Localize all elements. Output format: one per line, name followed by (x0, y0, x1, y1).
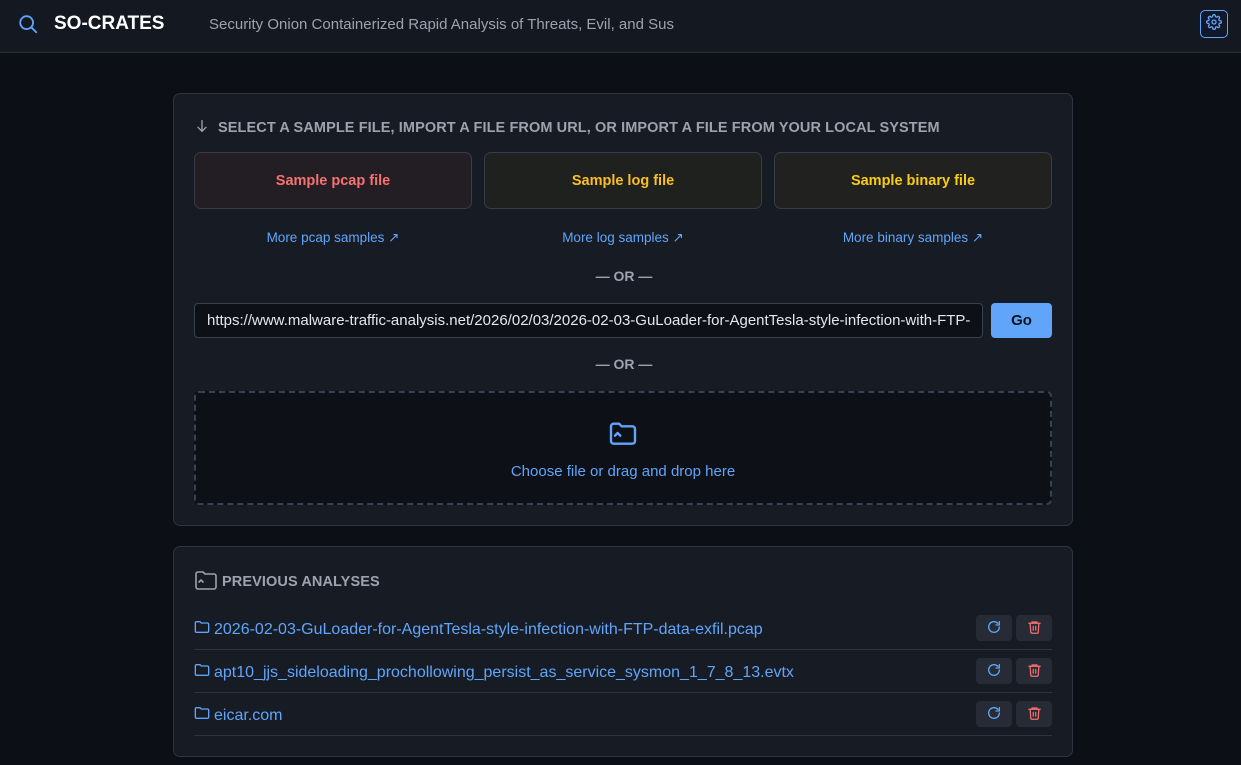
refresh-icon (986, 662, 1002, 681)
gear-icon (1206, 13, 1222, 35)
refresh-button[interactable] (976, 615, 1012, 641)
analysis-name: apt10_jjs_sideloading_prochollowing_pers… (214, 663, 794, 681)
folder-icon (194, 663, 214, 682)
previous-heading: PREVIOUS ANALYSES (194, 569, 380, 595)
settings-button[interactable] (1200, 10, 1228, 38)
delete-button[interactable] (1016, 658, 1052, 684)
analysis-row: eicar.com (194, 693, 1052, 736)
analysis-row: 2026-02-03-GuLoader-for-AgentTesla-style… (194, 607, 1052, 650)
trash-icon (1027, 619, 1042, 638)
analysis-name: eicar.com (214, 706, 283, 724)
folder-icon (194, 706, 214, 725)
sample-binary-button[interactable]: Sample binary file (774, 152, 1052, 209)
previous-heading-text: PREVIOUS ANALYSES (222, 574, 380, 590)
dropzone-label: Choose file or drag and drop here (510, 463, 736, 480)
refresh-icon (986, 619, 1002, 638)
top-bar: SO-CRATES Security Onion Containerized R… (0, 0, 1241, 53)
analysis-link[interactable]: apt10_jjs_sideloading_prochollowing_pers… (194, 663, 794, 682)
more-binary-samples-link[interactable]: More binary samples ↗ (774, 230, 1052, 246)
app-subtitle: Security Onion Containerized Rapid Analy… (209, 16, 674, 33)
or-divider: — OR — (595, 268, 653, 284)
app-title: SO-CRATES (54, 13, 165, 34)
trash-icon (1027, 662, 1042, 681)
arrow-down-icon (194, 118, 218, 138)
folder-open-icon (194, 569, 218, 595)
folder-icon (194, 620, 214, 639)
refresh-button[interactable] (976, 701, 1012, 727)
import-heading-text: SELECT A SAMPLE FILE, IMPORT A FILE FROM… (218, 120, 940, 136)
sample-log-button[interactable]: Sample log file (484, 152, 762, 209)
import-panel: SELECT A SAMPLE FILE, IMPORT A FILE FROM… (173, 93, 1073, 526)
trash-icon (1027, 705, 1042, 724)
refresh-icon (986, 705, 1002, 724)
analysis-name: 2026-02-03-GuLoader-for-AgentTesla-style… (214, 620, 763, 638)
analysis-link[interactable]: 2026-02-03-GuLoader-for-AgentTesla-style… (194, 620, 763, 639)
or-divider: — OR — (595, 356, 653, 372)
folder-open-icon (607, 417, 639, 454)
go-button[interactable]: Go (991, 303, 1052, 338)
more-pcap-samples-link[interactable]: More pcap samples ↗ (194, 230, 472, 246)
delete-button[interactable] (1016, 701, 1052, 727)
search-icon[interactable] (17, 13, 39, 35)
refresh-button[interactable] (976, 658, 1012, 684)
previous-analyses-panel: PREVIOUS ANALYSES 2026-02-03-GuLoader-fo… (173, 546, 1073, 757)
url-input[interactable] (194, 303, 983, 338)
import-heading: SELECT A SAMPLE FILE, IMPORT A FILE FROM… (194, 118, 940, 138)
sample-pcap-button[interactable]: Sample pcap file (194, 152, 472, 209)
analysis-row: apt10_jjs_sideloading_prochollowing_pers… (194, 650, 1052, 693)
delete-button[interactable] (1016, 615, 1052, 641)
more-log-samples-link[interactable]: More log samples ↗ (484, 230, 762, 246)
analysis-link[interactable]: eicar.com (194, 706, 282, 725)
file-dropzone[interactable]: Choose file or drag and drop here (194, 391, 1052, 505)
